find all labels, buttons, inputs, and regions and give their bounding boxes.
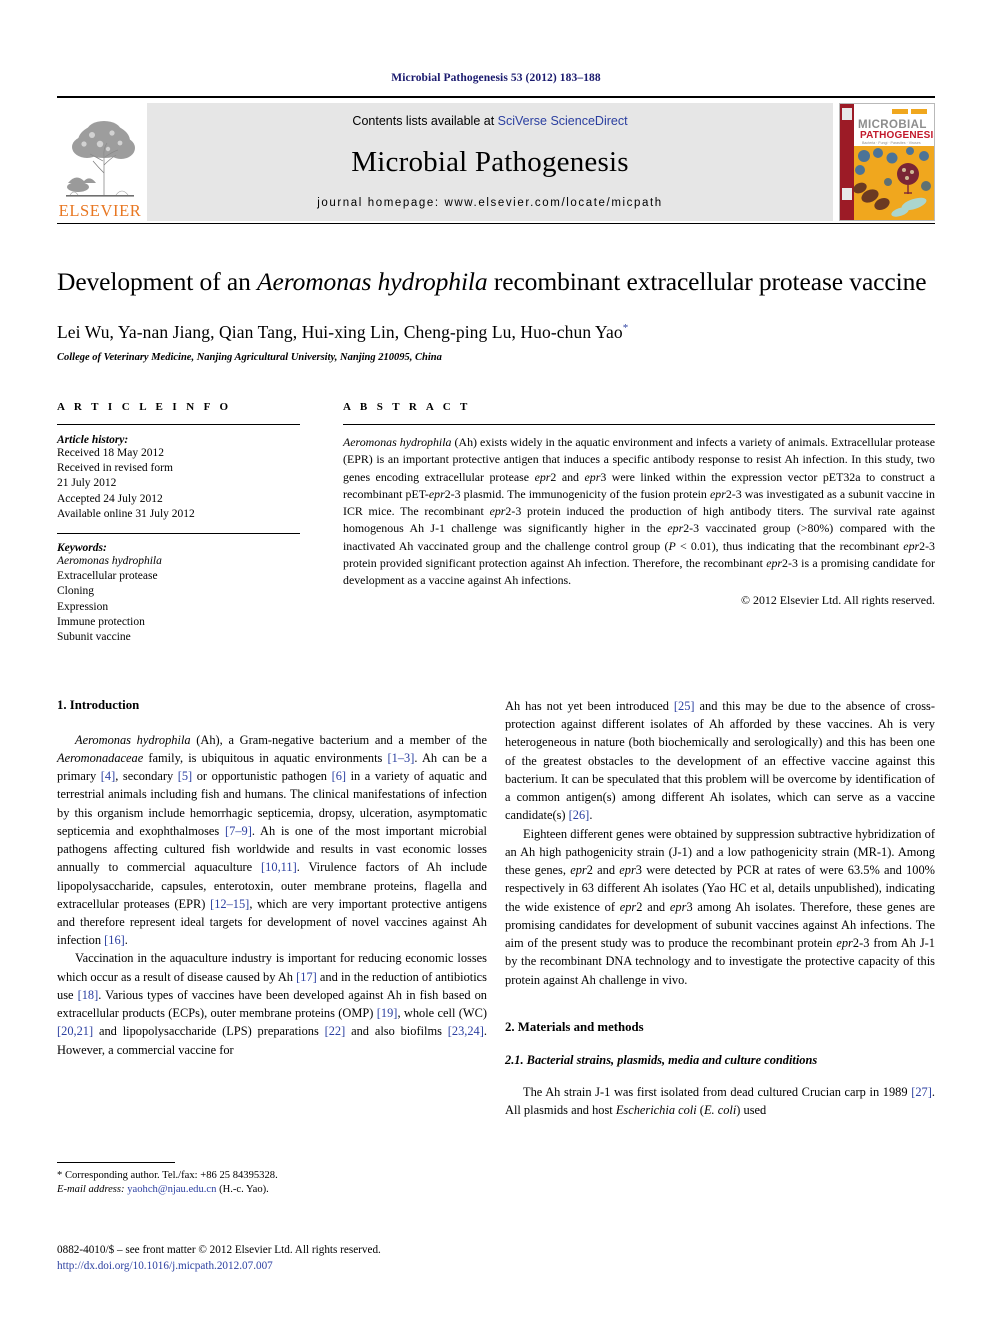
- footnote-block: * Corresponding author. Tel./fax: +86 25…: [57, 1162, 487, 1198]
- elsevier-tree-icon: [60, 110, 140, 203]
- journal-banner: Contents lists available at SciVerse Sci…: [147, 103, 833, 221]
- section-heading-introduction: 1. Introduction: [57, 698, 140, 713]
- abstract-heading: A B S T R A C T: [343, 401, 471, 414]
- keyword-item: Expression: [57, 600, 109, 613]
- methods-paragraph-1: The Ah strain J-1 was first isolated fro…: [505, 1084, 935, 1117]
- history-item: Available online 31 July 2012: [57, 507, 195, 520]
- affiliation: College of Veterinary Medicine, Nanjing …: [57, 352, 442, 364]
- elsevier-wordmark: ELSEVIER: [58, 200, 142, 220]
- svg-text:Bacteria · Fungi · Parasites ·: Bacteria · Fungi · Parasites · Viruses: [862, 141, 921, 145]
- email-address-note: E-mail address: yaohch@njau.edu.cn (H.-c…: [57, 1184, 269, 1196]
- right-column: Ah has not yet been introduced [25] and …: [505, 697, 935, 1119]
- keywords-rule: [57, 532, 300, 534]
- running-head: Microbial Pathogenesis 53 (2012) 183–188: [391, 72, 601, 84]
- keyword-item: Cloning: [57, 585, 95, 598]
- abstract-text: Aeromonas hydrophila (Ah) exists widely …: [343, 435, 936, 588]
- title-suffix: recombinant extracellular protease vacci…: [487, 267, 927, 296]
- info-abstract-row: A R T I C L E I N F O Article history: R…: [57, 401, 935, 645]
- contents-prefix: Contents lists available at: [352, 114, 498, 128]
- header-rule: [57, 96, 935, 98]
- keywords-label: Keywords:: [57, 541, 107, 554]
- subsection-heading-bacterial-strains: 2.1. Bacterial strains, plasmids, media …: [505, 1053, 818, 1068]
- elsevier-logo[interactable]: ELSEVIER: [57, 103, 143, 221]
- title-species-name: Aeromonas hydrophila: [257, 267, 488, 296]
- masthead-rule: [57, 223, 935, 224]
- keyword-item: Subunit vaccine: [57, 630, 131, 643]
- author-names: Lei Wu, Ya-nan Jiang, Qian Tang, Hui-xin…: [57, 322, 623, 343]
- history-item: Received in revised form: [57, 462, 173, 475]
- article-info-column: A R T I C L E I N F O Article history: R…: [57, 401, 300, 645]
- svg-text:PATHOGENESIS: PATHOGENESIS: [860, 130, 934, 141]
- article-info-rule: [57, 424, 300, 426]
- section-heading-materials-and-methods: 2. Materials and methods: [505, 1019, 644, 1034]
- keyword-item: Extracellular protease: [57, 570, 158, 583]
- body-columns: 1. Introduction Aeromonas hydrophila (Ah…: [57, 697, 935, 1119]
- journal-cover-thumbnail[interactable]: MICROBIAL PATHOGENESIS Bacteria · Fungi …: [839, 103, 935, 221]
- abstract-column: A B S T R A C T Aeromonas hydrophila (Ah…: [343, 401, 935, 645]
- footnote-rule: [57, 1162, 175, 1163]
- corresponding-author-note: * Corresponding author. Tel./fax: +86 25…: [57, 1170, 278, 1181]
- journal-title: Microbial Pathogenesis: [351, 146, 629, 178]
- front-matter-block: 0882-4010/$ – see front matter © 2012 El…: [57, 1243, 527, 1274]
- intro-paragraph-2: Vaccination in the aquaculture industry …: [57, 951, 487, 1057]
- keyword-item: Immune protection: [57, 615, 145, 628]
- corresponding-author-marker[interactable]: *: [623, 322, 629, 334]
- left-column: 1. Introduction Aeromonas hydrophila (Ah…: [57, 697, 487, 1119]
- abstract-rule: [343, 424, 935, 426]
- history-item: 21 July 2012: [57, 477, 117, 490]
- intro-paragraph-1: Aeromonas hydrophila (Ah), a Gram-negati…: [57, 732, 488, 948]
- history-item: Accepted 24 July 2012: [57, 492, 163, 505]
- front-matter-line: 0882-4010/$ – see front matter © 2012 El…: [57, 1244, 381, 1256]
- contents-available-line: Contents lists available at SciVerse Sci…: [352, 114, 627, 128]
- doi-link[interactable]: http://dx.doi.org/10.1016/j.micpath.2012…: [57, 1259, 527, 1275]
- article-info-heading: A R T I C L E I N F O: [57, 401, 232, 414]
- intro-paragraph-2-continued: Ah has not yet been introduced [25] and …: [505, 699, 935, 823]
- journal-masthead: ELSEVIER Contents lists available at Sci…: [57, 103, 935, 221]
- keyword-item: Aeromonas hydrophila: [57, 554, 162, 567]
- intro-paragraph-3: Eighteen different genes were obtained b…: [505, 826, 935, 987]
- article-history-label: Article history:: [57, 434, 129, 447]
- sciencedirect-link[interactable]: SciVerse ScienceDirect: [498, 114, 628, 128]
- history-item: Received 18 May 2012: [57, 447, 164, 460]
- article-page: Microbial Pathogenesis 53 (2012) 183–188: [0, 0, 992, 1323]
- journal-homepage[interactable]: journal homepage: www.elsevier.com/locat…: [317, 197, 663, 209]
- author-list: Lei Wu, Ya-nan Jiang, Qian Tang, Hui-xin…: [57, 322, 935, 343]
- copyright-line: © 2012 Elsevier Ltd. All rights reserved…: [741, 593, 935, 608]
- page-title: Development of an Aeromonas hydrophila r…: [57, 266, 935, 298]
- title-prefix: Development of an: [57, 267, 258, 296]
